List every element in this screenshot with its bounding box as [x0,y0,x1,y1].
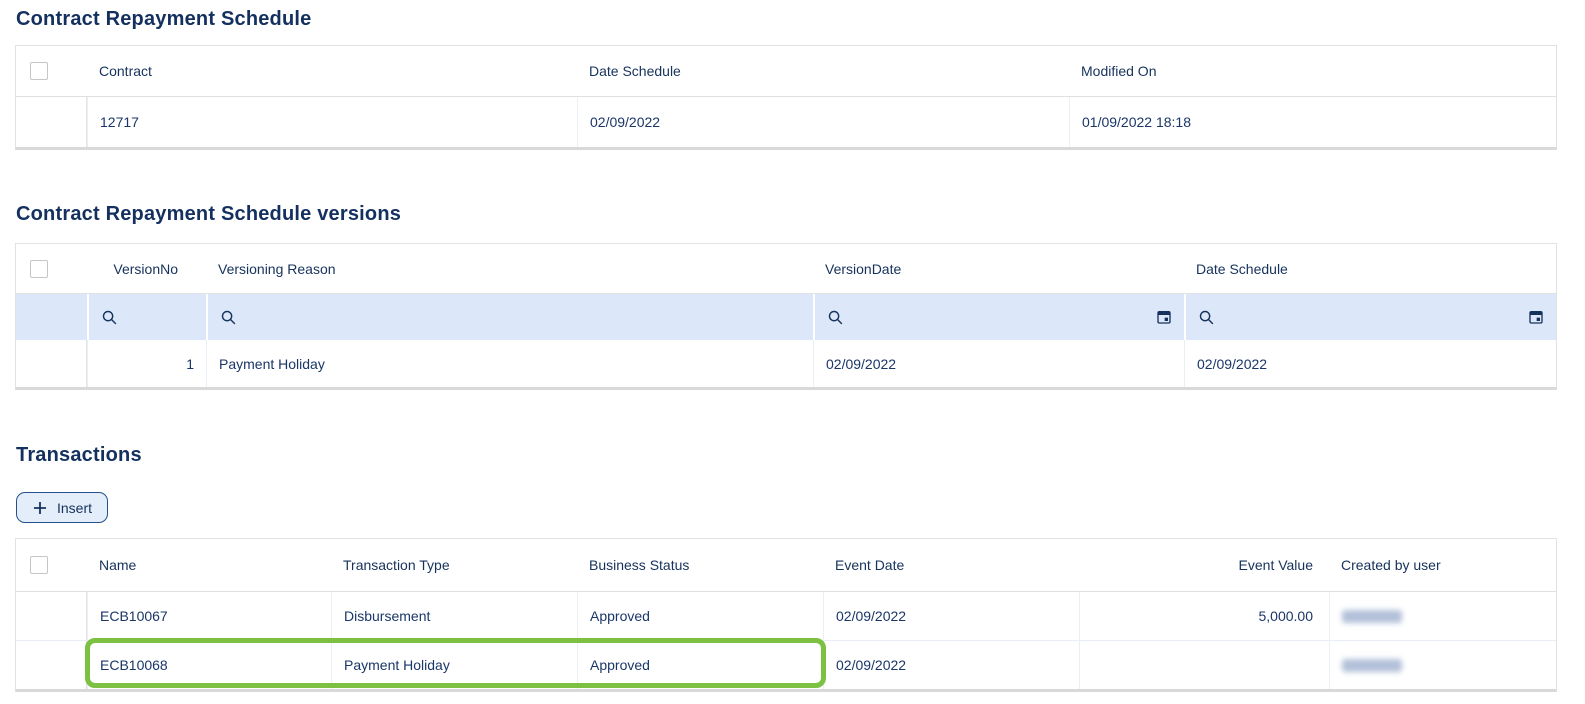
select-all-checkbox[interactable] [30,556,48,574]
column-header-contract[interactable]: Contract [87,46,577,96]
cell-transaction-type: Payment Holiday [331,641,577,689]
calendar-icon[interactable] [1156,309,1172,325]
search-icon [827,309,844,326]
filter-row [16,294,1556,340]
column-header-version-date[interactable]: VersionDate [813,244,1184,293]
cell-event-value: 5,000.00 [1079,592,1329,640]
cell-date-schedule: 02/09/2022 [577,97,1069,147]
cell-versioning-reason: Payment Holiday [206,340,813,387]
section-title-contract-repayment-schedule: Contract Repayment Schedule [16,8,311,31]
column-header-versioning-reason[interactable]: Versioning Reason [206,244,813,293]
contract-repayment-schedule-table: Contract Date Schedule Modified On 12717… [15,45,1557,150]
row-handle-cell [16,97,87,147]
cell-contract: 12717 [87,97,577,147]
column-header-created-by-user[interactable]: Created by user [1329,539,1556,591]
cell-business-status: Approved [577,641,823,689]
cell-business-status: Approved [577,592,823,640]
column-header-version-no[interactable]: VersionNo [87,244,206,293]
search-icon [101,309,118,326]
cell-version-no: 1 [87,340,206,387]
cell-created-by-user [1329,641,1556,689]
table-header-row: Contract Date Schedule Modified On [16,46,1556,97]
redacted-created-by-value [1342,610,1402,623]
filter-versioning-reason[interactable] [206,294,813,340]
column-header-transaction-type[interactable]: Transaction Type [331,539,577,591]
search-icon [220,309,237,326]
insert-button[interactable]: Insert [16,492,108,523]
plus-icon [32,500,48,516]
select-all-cell [16,539,87,591]
select-all-cell [16,46,87,96]
column-header-date-schedule[interactable]: Date Schedule [1184,244,1556,293]
redacted-created-by-value [1342,659,1402,672]
select-all-checkbox[interactable] [30,62,48,80]
column-header-modified-on[interactable]: Modified On [1069,46,1556,96]
cell-date-schedule: 02/09/2022 [1184,340,1556,387]
select-all-cell [16,244,87,293]
cell-created-by-user [1329,592,1556,640]
filter-handle-cell [16,294,87,340]
table-header-row: Name Transaction Type Business Status Ev… [16,539,1556,592]
filter-version-no[interactable] [87,294,206,340]
transactions-table: Name Transaction Type Business Status Ev… [15,538,1557,692]
calendar-icon[interactable] [1528,309,1544,325]
table-row[interactable]: ECB10067 Disbursement Approved 02/09/202… [16,592,1556,640]
cell-transaction-type: Disbursement [331,592,577,640]
cell-name: ECB10067 [87,592,331,640]
filter-date-schedule[interactable] [1184,294,1556,340]
column-header-event-value[interactable]: Event Value [1079,539,1329,591]
cell-event-date: 02/09/2022 [823,641,1079,689]
select-all-checkbox[interactable] [30,260,48,278]
page: Contract Repayment Schedule Contract Dat… [0,0,1585,704]
insert-button-label: Insert [57,500,92,516]
table-row[interactable]: 1 Payment Holiday 02/09/2022 02/09/2022 [16,340,1556,387]
cell-modified-on: 01/09/2022 18:18 [1069,97,1556,147]
section-title-versions: Contract Repayment Schedule versions [16,203,401,226]
column-header-name[interactable]: Name [87,539,331,591]
versions-table: VersionNo Versioning Reason VersionDate … [15,243,1557,390]
row-handle-cell [16,592,87,640]
search-icon [1198,309,1215,326]
cell-version-date: 02/09/2022 [813,340,1184,387]
row-handle-cell [16,641,87,689]
table-header-row: VersionNo Versioning Reason VersionDate … [16,244,1556,294]
column-header-event-date[interactable]: Event Date [823,539,1079,591]
cell-event-date: 02/09/2022 [823,592,1079,640]
section-title-transactions: Transactions [16,444,142,467]
row-handle-cell [16,340,87,387]
column-header-date-schedule[interactable]: Date Schedule [577,46,1069,96]
table-row[interactable]: 12717 02/09/2022 01/09/2022 18:18 [16,97,1556,147]
filter-version-date[interactable] [813,294,1184,340]
cell-name: ECB10068 [87,641,331,689]
cell-event-value [1079,641,1329,689]
table-row-highlighted[interactable]: ECB10068 Payment Holiday Approved 02/09/… [16,640,1556,689]
column-header-business-status[interactable]: Business Status [577,539,823,591]
